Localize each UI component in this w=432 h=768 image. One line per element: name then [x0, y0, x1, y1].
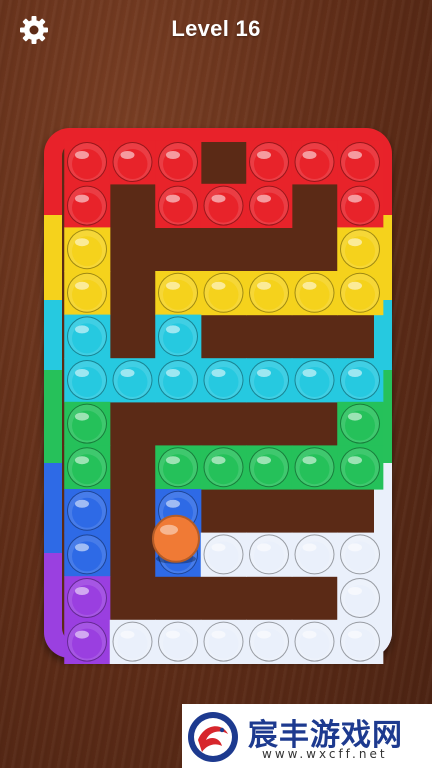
pop-bubble — [294, 142, 335, 182]
pop-bubble — [249, 534, 289, 575]
pop-bubble — [67, 185, 107, 226]
pop-bubble — [158, 185, 198, 226]
pop-bubble — [67, 316, 107, 357]
pop-bubble — [203, 360, 244, 400]
pop-bubble — [158, 316, 198, 357]
pop-bubble — [340, 578, 380, 618]
pop-bubble — [294, 621, 335, 662]
pop-bubble — [158, 360, 198, 400]
pop-bubble — [67, 272, 107, 313]
pop-bubble — [112, 360, 153, 400]
pop-bubble — [340, 142, 380, 182]
pop-bubble — [249, 360, 289, 400]
pop-bubble — [158, 272, 198, 313]
watermark-url: www.wxcff.net — [262, 747, 388, 761]
pop-bubble — [294, 534, 335, 575]
dragon-logo-icon — [188, 712, 238, 762]
pop-bubble — [67, 621, 107, 662]
pop-bubble — [340, 447, 380, 488]
pop-bubble — [340, 621, 380, 662]
pop-bubble — [294, 360, 335, 400]
pop-bubble — [249, 621, 289, 662]
pop-bubble — [67, 229, 107, 270]
pop-bubble — [249, 142, 289, 182]
pop-bubble — [203, 447, 244, 488]
game-board[interactable] — [0, 0, 432, 768]
pop-bubble — [249, 272, 289, 313]
pop-bubble — [340, 272, 380, 313]
pop-bubble — [67, 360, 107, 400]
pop-bubble — [203, 185, 244, 226]
pop-bubble — [203, 272, 244, 313]
pop-bubble — [340, 229, 380, 270]
pop-bubble — [67, 403, 107, 444]
pop-bubble — [158, 142, 198, 182]
pop-bubble — [67, 578, 107, 618]
pop-bubble — [294, 447, 335, 488]
pop-bubble — [67, 142, 107, 182]
pop-bubble — [67, 490, 107, 531]
pop-bubble — [340, 360, 380, 400]
pop-bubble — [340, 403, 380, 444]
pop-bubble — [340, 534, 380, 575]
pop-bubble — [203, 534, 244, 575]
watermark-banner: 宸丰游戏网 www.wxcff.net — [182, 704, 432, 768]
pop-bubble — [158, 621, 198, 662]
pop-bubble — [67, 447, 107, 488]
pop-bubble — [158, 447, 198, 488]
pop-bubble — [340, 185, 380, 226]
pop-bubble — [112, 142, 153, 182]
player-ball — [152, 514, 200, 564]
pop-bubble — [203, 621, 244, 662]
pop-bubble — [294, 272, 335, 313]
pop-bubble — [67, 534, 107, 575]
pop-bubble — [249, 185, 289, 226]
pop-bubble — [249, 447, 289, 488]
pop-bubble — [112, 621, 153, 662]
